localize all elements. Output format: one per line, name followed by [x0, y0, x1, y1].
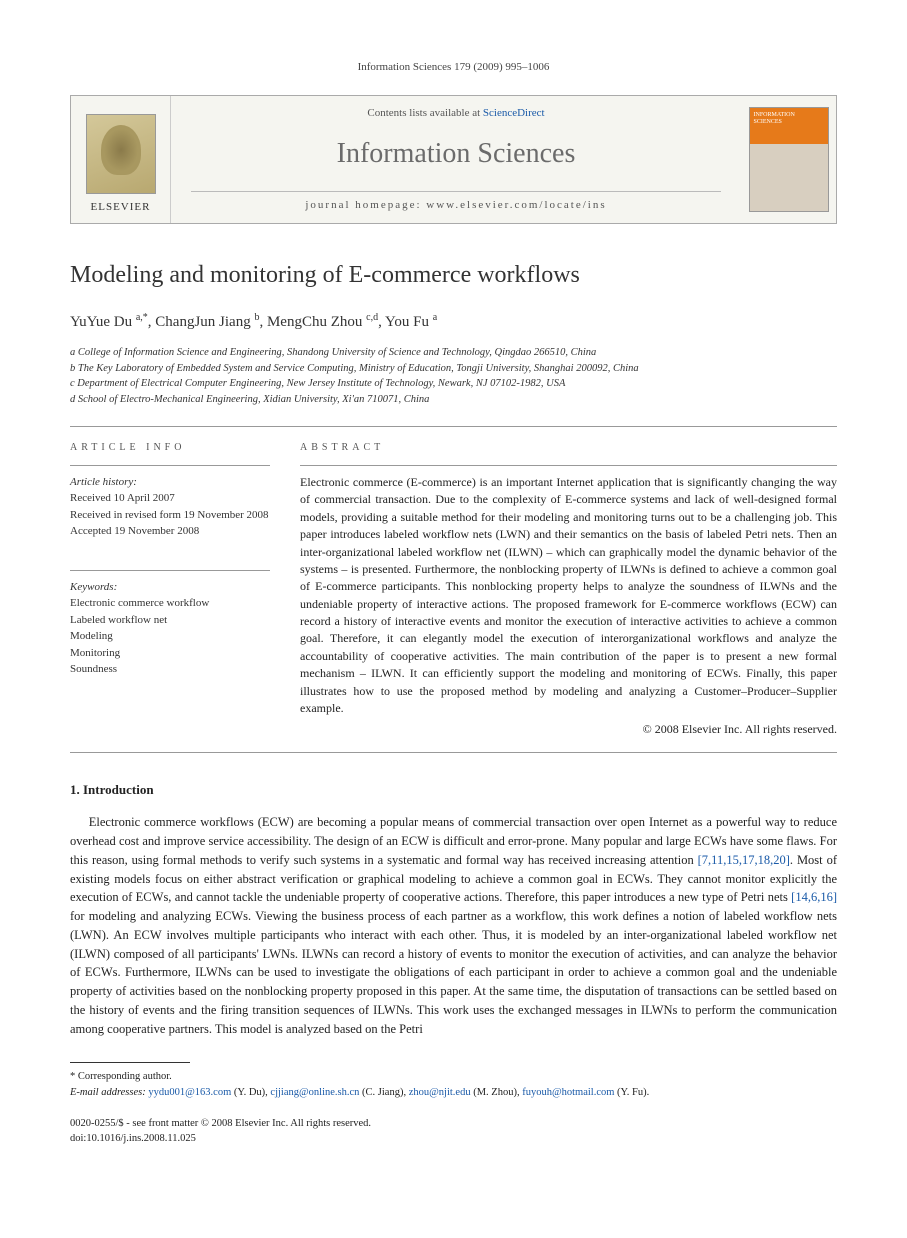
abstract-copyright: © 2008 Elsevier Inc. All rights reserved…	[300, 721, 837, 738]
history-received: Received 10 April 2007	[70, 490, 270, 507]
journal-cover-thumbnail: INFORMATION SCIENCES	[749, 107, 829, 212]
citation-link[interactable]: [14,6,16]	[791, 890, 837, 904]
page-container: Information Sciences 179 (2009) 995–1006…	[0, 0, 907, 1186]
affiliation-b: b The Key Laboratory of Embedded System …	[70, 361, 837, 377]
affiliation-a: a College of Information Science and Eng…	[70, 345, 837, 361]
divider	[70, 752, 837, 753]
sub-divider	[300, 465, 837, 466]
article-title: Modeling and monitoring of E-commerce wo…	[70, 259, 837, 293]
citation-link[interactable]: [7,11,15,17,18,20]	[698, 853, 790, 867]
email-name: (Y. Fu).	[614, 1087, 649, 1098]
intro-paragraph: Electronic commerce workflows (ECW) are …	[70, 813, 837, 1038]
email-addresses-line: E-mail addresses: yydu001@163.com (Y. Du…	[70, 1085, 837, 1101]
email-link[interactable]: yydu001@163.com	[148, 1087, 231, 1098]
publisher-logo-block: ELSEVIER	[71, 96, 171, 223]
contents-available-line: Contents lists available at ScienceDirec…	[191, 106, 721, 121]
corresponding-author-note: * Corresponding author.	[70, 1069, 837, 1085]
journal-title: Information Sciences	[191, 134, 721, 173]
banner-center: Contents lists available at ScienceDirec…	[171, 96, 741, 223]
footer-meta: 0020-0255/$ - see front matter © 2008 El…	[70, 1117, 837, 1146]
affiliation-c: c Department of Electrical Computer Engi…	[70, 376, 837, 392]
journal-banner: ELSEVIER Contents lists available at Sci…	[70, 95, 837, 224]
email-link[interactable]: cjjiang@online.sh.cn	[270, 1087, 359, 1098]
email-name: (C. Jiang),	[359, 1087, 408, 1098]
history-revised: Received in revised form 19 November 200…	[70, 507, 270, 524]
keyword: Modeling	[70, 628, 270, 645]
section-heading-intro: 1. Introduction	[70, 781, 837, 799]
elsevier-tree-icon	[86, 114, 156, 194]
keywords-block: Keywords: Electronic commerce workflow L…	[70, 579, 270, 678]
article-info-label: ARTICLE INFO	[70, 441, 270, 455]
sub-divider	[70, 465, 270, 466]
info-abstract-row: ARTICLE INFO Article history: Received 1…	[70, 441, 837, 738]
abstract-text: Electronic commerce (E-commerce) is an i…	[300, 474, 837, 717]
email-label: E-mail addresses:	[70, 1087, 148, 1098]
author-list: YuYue Du a,*, ChangJun Jiang b, MengChu …	[70, 311, 837, 333]
publisher-name: ELSEVIER	[91, 200, 151, 215]
email-link[interactable]: zhou@njit.edu	[409, 1087, 471, 1098]
sciencedirect-link[interactable]: ScienceDirect	[483, 107, 545, 119]
running-header: Information Sciences 179 (2009) 995–1006	[70, 60, 837, 75]
history-label: Article history:	[70, 474, 270, 491]
affiliations: a College of Information Science and Eng…	[70, 345, 837, 408]
front-matter-line: 0020-0255/$ - see front matter © 2008 El…	[70, 1117, 837, 1132]
doi-line: doi:10.1016/j.ins.2008.11.025	[70, 1132, 837, 1147]
keywords-label: Keywords:	[70, 579, 270, 596]
journal-homepage: journal homepage: www.elsevier.com/locat…	[191, 191, 721, 213]
email-name: (M. Zhou),	[471, 1087, 523, 1098]
intro-text-post: for modeling and analyzing ECWs. Viewing…	[70, 909, 837, 1036]
email-link[interactable]: fuyouh@hotmail.com	[522, 1087, 614, 1098]
footnotes: * Corresponding author. E-mail addresses…	[70, 1069, 837, 1101]
abstract-column: ABSTRACT Electronic commerce (E-commerce…	[300, 441, 837, 738]
keyword: Electronic commerce workflow	[70, 595, 270, 612]
affiliation-d: d School of Electro-Mechanical Engineeri…	[70, 392, 837, 408]
abstract-label: ABSTRACT	[300, 441, 837, 455]
contents-text: Contents lists available at	[367, 107, 482, 119]
article-info-column: ARTICLE INFO Article history: Received 1…	[70, 441, 270, 738]
divider	[70, 426, 837, 427]
history-accepted: Accepted 19 November 2008	[70, 523, 270, 540]
article-history: Article history: Received 10 April 2007 …	[70, 474, 270, 540]
sub-divider	[70, 570, 270, 571]
email-name: (Y. Du),	[231, 1087, 270, 1098]
keyword: Monitoring	[70, 645, 270, 662]
footnote-rule	[70, 1062, 190, 1063]
keyword: Soundness	[70, 661, 270, 678]
keyword: Labeled workflow net	[70, 612, 270, 629]
journal-cover-block: INFORMATION SCIENCES	[741, 96, 836, 223]
